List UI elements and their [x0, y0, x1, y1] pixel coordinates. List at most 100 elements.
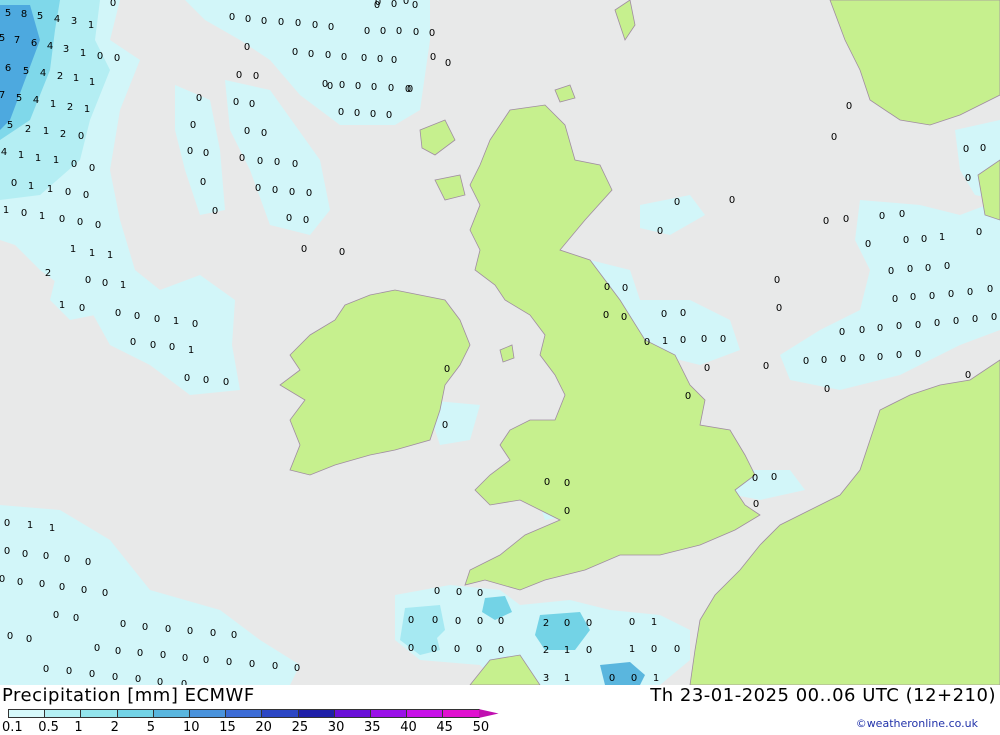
precip-value-label: 0: [609, 673, 615, 684]
precip-value-label: 0: [396, 26, 402, 37]
precip-value-label: 4: [40, 68, 46, 79]
precip-value-label: 0: [4, 518, 10, 529]
precip-value-label: 0: [190, 120, 196, 131]
precip-value-label: 0: [187, 146, 193, 157]
precip-value-label: 0: [59, 582, 65, 593]
precip-value-label: 0: [53, 610, 59, 621]
legend-swatch: [44, 709, 82, 718]
precip-value-label: 0: [115, 308, 121, 319]
precip-value-label: 5: [0, 33, 5, 44]
precip-value-label: 3: [63, 44, 69, 55]
precip-value-label: 0: [622, 283, 628, 294]
precip-value-label: 8: [21, 9, 27, 20]
precip-value-label: 3: [71, 16, 77, 27]
precip-value-label: 0: [498, 616, 504, 627]
precip-value-label: 0: [720, 334, 726, 345]
precip-value-label: 0: [680, 308, 686, 319]
precip-value-label: 0: [203, 148, 209, 159]
precip-value-label: 0: [432, 615, 438, 626]
precip-value-label: 0: [102, 278, 108, 289]
precip-value-label: 0: [403, 0, 409, 7]
precip-value-label: 0: [231, 630, 237, 641]
precip-value-label: 0: [79, 303, 85, 314]
precip-value-label: 0: [327, 81, 333, 92]
precip-value-label: 0: [355, 81, 361, 92]
precip-value-label: 1: [3, 205, 9, 216]
precip-value-label: 0: [78, 131, 84, 142]
precip-value-label: 0: [980, 143, 986, 154]
precip-value-label: 0: [137, 648, 143, 659]
precip-value-label: 0: [157, 677, 163, 685]
precip-value-label: 0: [203, 375, 209, 386]
precip-value-label: 0: [604, 282, 610, 293]
precipitation-map: 5 8 5 4 3 105 7 6 4 3 1 0 06 5 4 2 1 17 5 4 1 2 15 2 1 2 04 1 1 1 0 00 1…: [0, 0, 1000, 685]
precip-value-label: 0: [154, 314, 160, 325]
precip-value-label: 1: [564, 645, 570, 656]
precip-value-label: 1: [80, 48, 86, 59]
precip-value-label: 0: [249, 99, 255, 110]
precip-value-label: 0: [89, 163, 95, 174]
precip-value-label: 0: [115, 646, 121, 657]
precip-value-label: 1: [89, 248, 95, 259]
precip-value-label: 0: [972, 314, 978, 325]
precip-value-label: 4: [33, 95, 39, 106]
precip-value-label: 0: [903, 235, 909, 246]
precip-value-label: 0: [292, 47, 298, 58]
precip-value-label: 1: [564, 673, 570, 684]
precip-value-label: 0: [22, 549, 28, 560]
precip-value-label: 0: [361, 53, 367, 64]
precip-value-label: 0: [212, 206, 218, 217]
precip-value-label: 0: [295, 18, 301, 29]
precip-value-label: 0: [921, 234, 927, 245]
precip-value-label: 0: [134, 311, 140, 322]
precip-value-label: 0: [674, 644, 680, 655]
precip-value-label: 0: [431, 644, 437, 655]
precip-value-label: 0: [434, 586, 440, 597]
precip-value-label: 0: [896, 321, 902, 332]
precip-value-label: 0: [821, 355, 827, 366]
precip-value-label: 0: [83, 190, 89, 201]
precip-value-label: 0: [412, 0, 418, 11]
precip-value-label: 1: [653, 673, 659, 684]
legend-swatch: [116, 709, 154, 718]
precip-value-label: 0: [4, 546, 10, 557]
precip-value-label: 0: [729, 195, 735, 206]
precip-value-label: 0: [564, 618, 570, 629]
precip-value-label: 0: [223, 377, 229, 388]
precip-value-label: 0: [953, 316, 959, 327]
precip-value-label: 0: [859, 353, 865, 364]
precip-value-label: 0: [408, 643, 414, 654]
precip-value-label: 0: [236, 70, 242, 81]
precip-value-label: 0: [444, 364, 450, 375]
precip-value-label: 0: [413, 27, 419, 38]
precip-value-label: 0: [477, 616, 483, 627]
precip-value-label: 0: [261, 128, 267, 139]
precip-value-label: 0: [840, 354, 846, 365]
precip-value-label: 0: [564, 506, 570, 517]
precip-value-label: 0: [586, 645, 592, 656]
precip-value-label: 0: [476, 644, 482, 655]
precip-value-label: 1: [120, 280, 126, 291]
precip-value-label: 0: [292, 159, 298, 170]
precip-value-label: 0: [879, 211, 885, 222]
legend-swatch: [297, 709, 335, 718]
precip-value-label: 1: [939, 232, 945, 243]
map-timestamp: Th 23-01-2025 00..06 UTC (12+210): [650, 685, 996, 706]
precip-value-label: 1: [651, 617, 657, 628]
precip-value-label: 0: [182, 653, 188, 664]
legend-swatch: [333, 709, 371, 718]
precip-value-label: 0: [187, 626, 193, 637]
precip-value-label: 0: [244, 42, 250, 53]
precip-value-label: 0: [544, 477, 550, 488]
precip-value-label: 4: [1, 147, 7, 158]
precip-value-label: 1: [28, 181, 34, 192]
precip-value-label: 0: [364, 26, 370, 37]
precip-value-label: 7: [14, 35, 20, 46]
precip-value-label: 0: [948, 289, 954, 300]
precip-value-label: 0: [877, 352, 883, 363]
precip-value-label: 4: [54, 14, 60, 25]
precip-value-label: 0: [824, 384, 830, 395]
credit-link[interactable]: ©weatheronline.co.uk: [856, 717, 978, 730]
precip-value-label: 0: [701, 334, 707, 345]
precip-value-label: 0: [165, 624, 171, 635]
